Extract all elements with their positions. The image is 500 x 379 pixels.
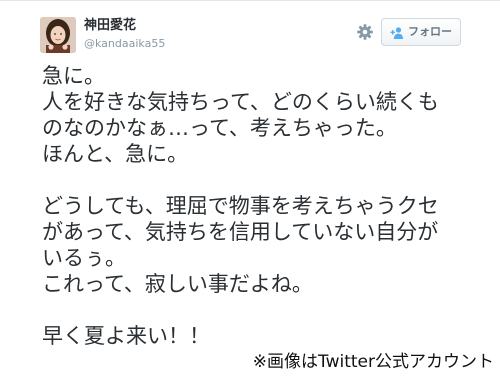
avatar-photo (40, 17, 76, 53)
image-credit-caption: ※画像はTwitter公式アカウント (252, 352, 494, 372)
tweet-line: 急に。 (42, 64, 105, 88)
tweet-line: 人を好きな気持ちって、どのくらい続くも (42, 90, 439, 114)
tweet-card: 神田愛花 @kandaaika55 フォロー 急に。 人を好きな気持ちって、どの… (0, 0, 500, 349)
tweet-line: のなのかなぁ…って、考えちゃった。 (42, 116, 397, 140)
follow-label: フォロー (408, 25, 452, 38)
caption-bar: ※画像はTwitter公式アカウント (0, 346, 500, 379)
display-name[interactable]: 神田愛花 (84, 18, 136, 34)
avatar[interactable] (40, 17, 76, 53)
tweet-line: があって、気持ちを信用していない自分が (42, 220, 439, 244)
tweet-line: どうしても、理屈で物事を考えちゃうクセ (42, 194, 439, 218)
screen-name[interactable]: @kandaaika55 (84, 37, 165, 51)
tweet-line: これって、寂しい事だよね。 (42, 272, 313, 296)
gear-icon[interactable] (356, 23, 374, 41)
add-user-icon (390, 25, 404, 39)
tweet-line: ほんと、急に。 (42, 142, 189, 166)
follow-button[interactable]: フォロー (381, 18, 461, 46)
tweet-line: いるぅ。 (42, 246, 126, 270)
tweet-text: 急に。 人を好きな気持ちって、どのくらい続くも のなのかなぁ…って、考えちゃった… (42, 63, 482, 349)
